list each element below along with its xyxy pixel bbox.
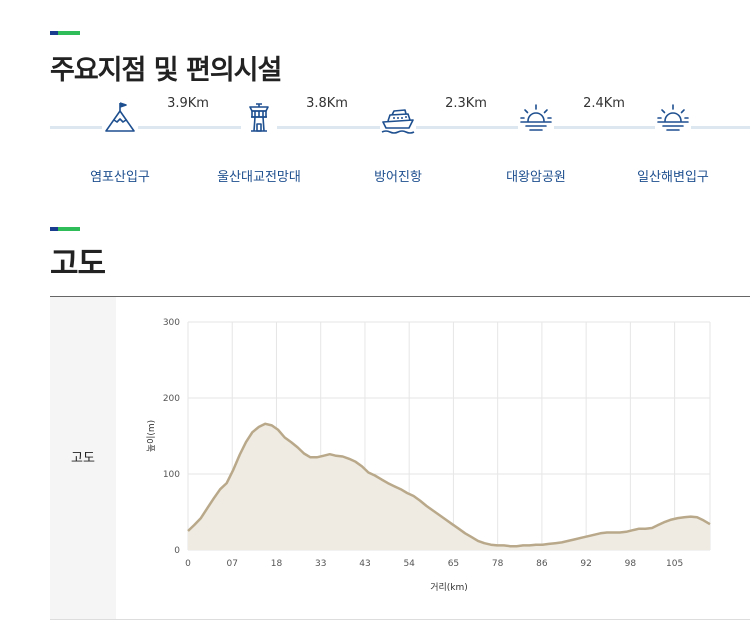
y-tick-label: 100	[163, 470, 180, 480]
x-tick-label: 0	[185, 559, 191, 569]
elevation-panel-header-label: 고도	[71, 451, 95, 466]
x-tick-label: 43	[359, 559, 370, 569]
facilities-section-title: 주요지점 및 편의시설	[50, 55, 282, 86]
sunrise-icon	[655, 100, 691, 136]
observatory-tower-icon	[241, 100, 277, 136]
sunrise-icon	[518, 100, 554, 136]
stop-label: 일산해변입구	[637, 170, 709, 185]
ship-icon	[380, 100, 416, 136]
x-tick-label: 92	[580, 559, 591, 569]
x-axis-title: 거리(km)	[430, 582, 468, 593]
y-tick-label: 300	[163, 318, 180, 328]
x-tick-label: 54	[403, 559, 415, 569]
elevation-chart: 0 100 200 300 0 07 18 33 43 54 65 78 86 92 98 105 거리(km)…	[146, 318, 711, 593]
y-axis-title: 높이(m)	[146, 420, 157, 452]
elevation-panel-header: 고도	[50, 297, 116, 619]
y-tick-label: 0	[174, 546, 180, 556]
x-tick-label: 07	[227, 559, 238, 569]
distance-label: 2.3Km	[445, 96, 487, 111]
distance-label: 3.8Km	[306, 96, 348, 111]
x-tick-label: 78	[492, 559, 504, 569]
stop-label: 대왕암공원	[506, 170, 566, 185]
elevation-accent-bar	[50, 227, 80, 231]
y-tick-label: 200	[163, 394, 180, 404]
stop-label: 방어진항	[374, 170, 422, 185]
x-tick-label: 105	[666, 559, 683, 569]
mountain-flag-icon	[102, 100, 138, 136]
x-tick-label: 98	[625, 559, 637, 569]
x-tick-label: 65	[448, 559, 459, 569]
x-tick-label: 18	[271, 559, 283, 569]
elevation-panel: 고도 0 100 200 300 0 07 18 33 43 54 65 78 86 92 98 105 거리(…	[50, 296, 750, 620]
elevation-section-title: 고도	[50, 246, 106, 282]
distance-label: 3.9Km	[167, 96, 209, 111]
x-tick-label: 33	[315, 559, 326, 569]
facilities-accent-bar	[50, 31, 80, 35]
stop-label: 염포산입구	[90, 170, 150, 185]
x-tick-label: 86	[536, 559, 548, 569]
distance-label: 2.4Km	[583, 96, 625, 111]
stop-label: 울산대교전망대	[217, 170, 301, 185]
route-overview: 3.9Km 3.8Km 2.3Km 2.4Km 염포산입구 울산대교전망대 방어…	[50, 96, 750, 188]
